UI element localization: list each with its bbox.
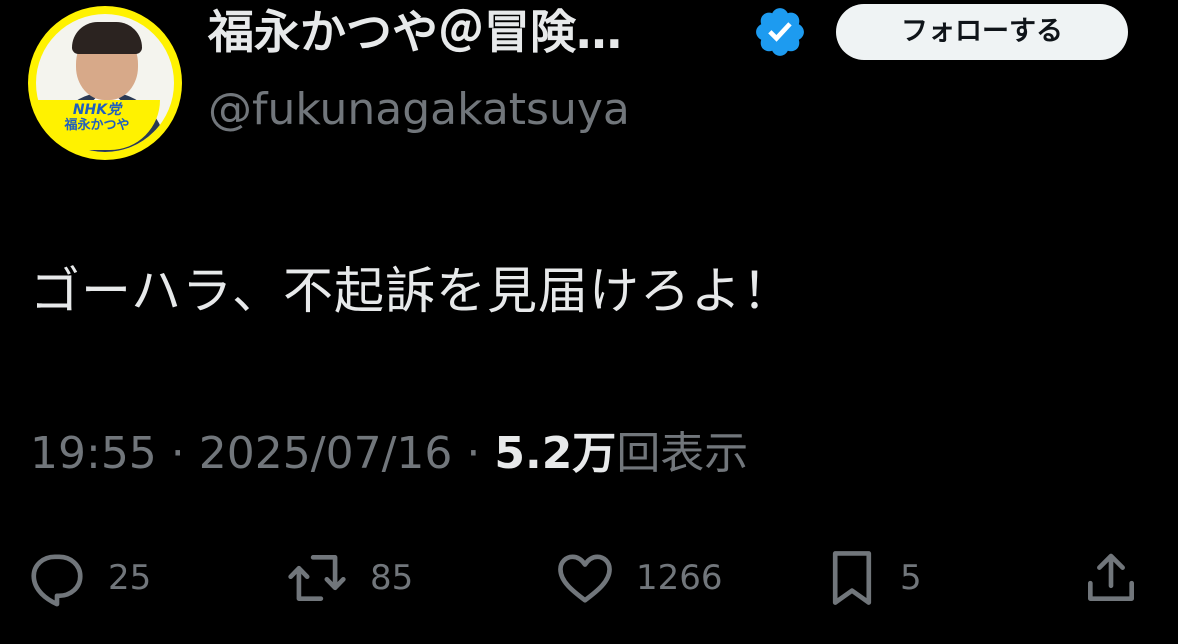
reply-icon <box>31 554 83 607</box>
reply-count: 25 <box>108 558 152 598</box>
verified-badge-icon <box>756 8 804 56</box>
bookmark-icon <box>832 551 872 605</box>
tweet-meta: 19:55 · 2025/07/16 · 5.2万回表示 <box>30 424 748 484</box>
like-count: 1266 <box>636 558 723 598</box>
meta-separator: · <box>156 428 199 479</box>
bookmark-button[interactable]: 5 <box>824 546 922 610</box>
avatar-hair <box>72 22 142 54</box>
views-label: 回表示 <box>616 428 749 479</box>
retweet-count: 85 <box>370 558 414 598</box>
avatar[interactable]: NHK党 福永かつや <box>28 6 182 160</box>
like-button[interactable]: 1266 <box>554 546 723 610</box>
retweet-icon <box>288 555 346 601</box>
author-handle[interactable]: @fukunagakatsuya <box>208 80 630 140</box>
share-button[interactable] <box>1080 546 1142 610</box>
reply-button[interactable]: 25 <box>26 546 151 610</box>
tweet-time[interactable]: 19:55 <box>30 428 157 479</box>
avatar-badge-name: 福永かつや <box>64 118 130 133</box>
tweet-date[interactable]: 2025/07/16 <box>199 428 453 479</box>
avatar-badge-party: NHK党 <box>72 102 122 118</box>
heart-icon <box>558 554 612 603</box>
tweet-text: ゴーハラ、不起訴を見届けろよ！ <box>30 262 793 320</box>
author-display-name[interactable]: 福永かつや＠冒険… <box>208 2 622 62</box>
follow-button[interactable]: フォローする <box>836 4 1128 60</box>
share-icon <box>1088 553 1134 601</box>
bookmark-count: 5 <box>900 558 922 598</box>
views-count: 5.2万 <box>494 428 617 479</box>
retweet-button[interactable]: 85 <box>284 546 413 610</box>
meta-separator: · <box>452 428 495 479</box>
